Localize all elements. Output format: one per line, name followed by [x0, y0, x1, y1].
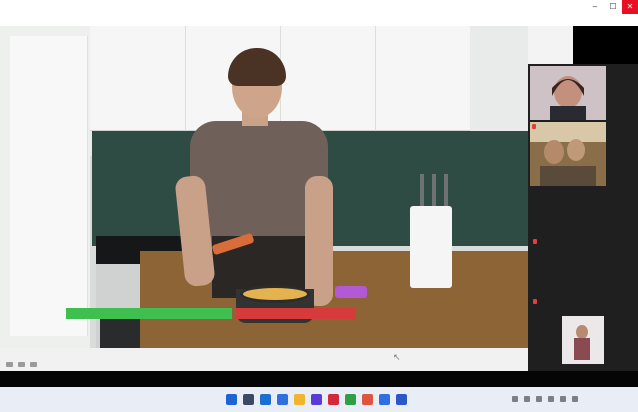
knife-block — [410, 206, 452, 288]
control-button[interactable] — [18, 362, 25, 367]
menu-bar — [0, 14, 638, 26]
file-explorer-icon[interactable] — [294, 394, 305, 405]
cabinet-divider — [375, 26, 376, 131]
tray-language-icon[interactable] — [560, 396, 566, 402]
tray-battery-icon[interactable] — [548, 396, 554, 402]
chrome-icon[interactable] — [345, 394, 356, 405]
participant-video — [530, 66, 606, 120]
participant-video — [562, 316, 604, 364]
maximize-button[interactable]: ☐ — [604, 0, 622, 14]
taskbar — [0, 387, 638, 412]
participant-tile[interactable] — [530, 66, 606, 120]
mail-icon[interactable] — [362, 394, 373, 405]
participant-tile[interactable] — [530, 122, 606, 186]
store-icon[interactable] — [311, 394, 322, 405]
presenter-arm — [305, 176, 333, 306]
red-name-label — [236, 308, 356, 319]
tray-notification-icon[interactable] — [572, 396, 578, 402]
main-video-stage[interactable] — [0, 26, 528, 348]
control-button[interactable] — [30, 362, 37, 367]
camera-icon[interactable] — [396, 394, 407, 405]
pan-food — [240, 285, 310, 303]
mouse-cursor-icon: ↖ — [393, 352, 401, 362]
muted-mic-icon — [532, 124, 536, 129]
participant-video — [530, 122, 606, 186]
tray-chevron-icon[interactable] — [512, 396, 518, 402]
knife-handle — [444, 174, 448, 208]
tray-network-icon[interactable] — [524, 396, 530, 402]
muted-mic-icon — [533, 299, 537, 304]
tray-volume-icon[interactable] — [536, 396, 542, 402]
close-button[interactable]: ✕ — [622, 0, 638, 14]
knife-handle — [432, 174, 436, 208]
top-right-black-panel — [573, 26, 638, 64]
minimize-button[interactable]: – — [586, 0, 604, 14]
title-bar: – ☐ ✕ — [0, 0, 638, 14]
muted-mic-icon — [533, 239, 537, 244]
photos-icon[interactable] — [379, 394, 390, 405]
start-icon[interactable] — [226, 394, 237, 405]
green-name-label — [66, 308, 232, 319]
bottom-status-strip — [0, 371, 638, 387]
chat-icon[interactable] — [277, 394, 288, 405]
knife-handle — [420, 174, 424, 208]
fridge-panel — [10, 36, 88, 336]
participant-tile[interactable] — [562, 316, 604, 364]
media-icon[interactable] — [328, 394, 339, 405]
control-button[interactable] — [6, 362, 13, 367]
search-icon[interactable] — [243, 394, 254, 405]
purple-cloth — [335, 286, 367, 298]
cabinet-divider — [185, 26, 186, 131]
browser-icon[interactable] — [260, 394, 271, 405]
